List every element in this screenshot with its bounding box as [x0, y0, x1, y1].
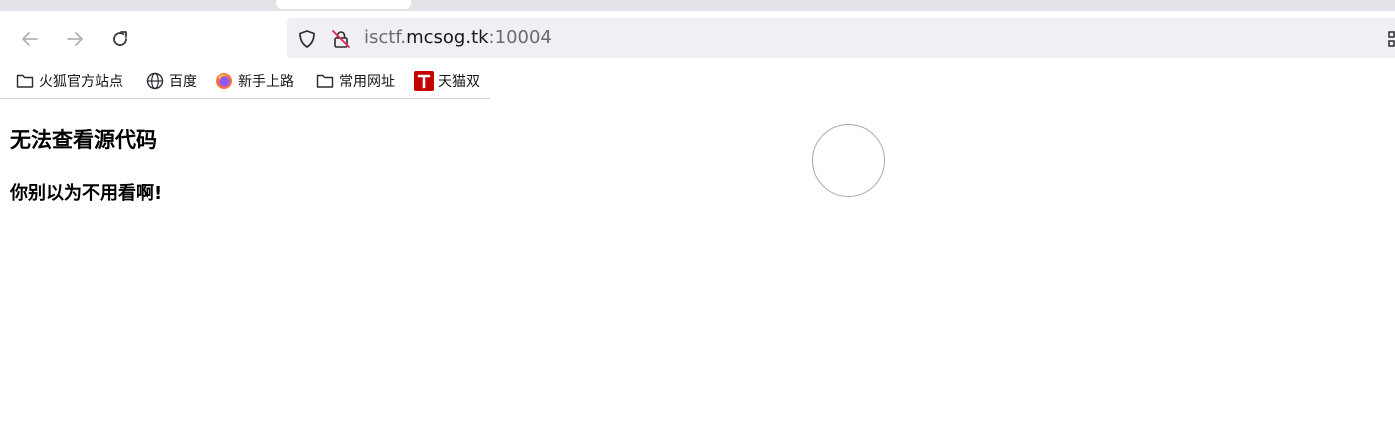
page-heading: 无法查看源代码: [10, 128, 157, 152]
url-text[interactable]: isctf.mcsog.tk:10004: [364, 27, 552, 49]
url-prefix: isctf.: [364, 27, 407, 48]
shield-icon: [299, 30, 315, 48]
tmall-icon: [414, 71, 434, 91]
bookmark-getting-started[interactable]: 新手上路: [214, 70, 294, 92]
bookmark-label: 常用网址: [339, 74, 395, 90]
bookmark-firefox-official[interactable]: 火狐官方站点: [15, 70, 123, 92]
page-content: 无法查看源代码 你别以为不用看啊!: [0, 99, 1395, 442]
arrow-right-icon: [67, 32, 83, 46]
bookmark-baidu[interactable]: 百度: [145, 70, 197, 92]
tab-strip: [0, 0, 1395, 11]
globe-icon: [145, 71, 165, 91]
bookmark-label: 天猫双: [438, 74, 480, 90]
bookmark-common-sites[interactable]: 常用网址: [315, 70, 395, 92]
folder-icon: [315, 71, 335, 91]
navigation-toolbar: isctf.mcsog.tk:10004: [0, 11, 1395, 65]
loading-circle: [812, 124, 885, 197]
bookmark-label: 火狐官方站点: [39, 74, 123, 90]
qr-code-button[interactable]: [1385, 28, 1395, 50]
bookmark-label: 新手上路: [238, 74, 294, 90]
url-port: :10004: [488, 27, 552, 48]
reload-button[interactable]: [103, 25, 137, 53]
url-bar[interactable]: isctf.mcsog.tk:10004: [287, 18, 1395, 58]
folder-icon: [15, 71, 35, 91]
arrow-left-icon: [22, 32, 38, 46]
tracking-protection-button[interactable]: [296, 28, 318, 50]
insecure-lock-icon: [332, 30, 350, 48]
firefox-icon: [214, 71, 234, 91]
bookmark-tmall[interactable]: 天猫双: [414, 70, 480, 92]
bookmarks-toolbar: 火狐官方站点 百度 新手上路 常用网址 天猫双: [0, 65, 1395, 98]
back-button[interactable]: [13, 25, 47, 53]
reload-icon: [113, 31, 127, 46]
qr-code-icon: [1388, 31, 1395, 47]
active-tab[interactable]: [276, 0, 411, 9]
bookmark-label: 百度: [169, 74, 197, 90]
forward-button[interactable]: [58, 25, 92, 53]
page-subheading: 你别以为不用看啊!: [10, 183, 163, 204]
site-security-button[interactable]: [330, 28, 352, 50]
url-domain: mcsog.tk: [406, 27, 489, 48]
